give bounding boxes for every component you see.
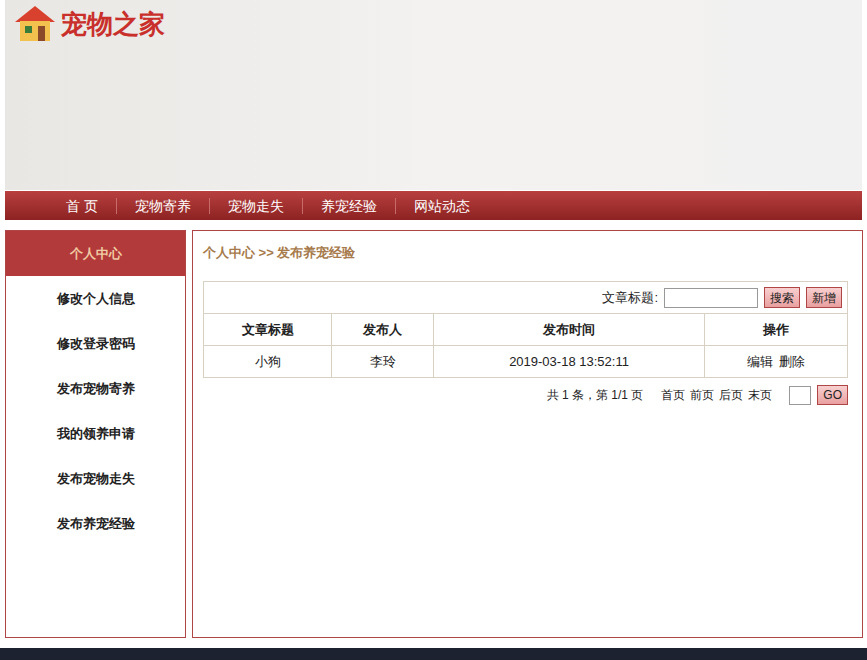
cell-time: 2019-03-18 13:52:11 [434,346,705,377]
nav-bar: 首 页宠物寄养宠物走失养宠经验网站动态 [5,191,862,220]
pagination: 共 1 条，第 1/1 页首页前页后页末页 GO [203,384,848,406]
page-link[interactable]: 前页 [690,386,714,404]
house-icon [13,4,57,44]
sidebar-item[interactable]: 修改登录密码 [6,321,185,366]
delete-link[interactable]: 删除 [779,352,805,372]
column-header: 操作 [705,314,847,345]
sidebar-item[interactable]: 我的领养申请 [6,411,185,456]
column-header: 文章标题 [204,314,332,345]
search-bar: 文章标题: 搜索新增 [204,282,847,313]
table-header: 文章标题发布人发布时间操作 [204,314,847,346]
cell-author: 李玲 [332,346,434,377]
add-button[interactable]: 新增 [806,287,842,308]
edit-link[interactable]: 编辑 [747,352,773,372]
page-link[interactable]: 后页 [719,386,743,404]
column-header: 发布人 [332,314,434,345]
sidebar-item[interactable]: 发布养宠经验 [6,501,185,546]
sidebar-item[interactable]: 发布宠物走失 [6,456,185,501]
taskbar [0,648,867,660]
sidebar-item[interactable]: 修改个人信息 [6,276,185,321]
nav-item[interactable]: 养宠经验 [302,198,395,214]
banner: 宠物之家 [5,0,862,190]
column-header: 发布时间 [434,314,705,345]
logo[interactable]: 宠物之家 [13,4,165,44]
page-link[interactable]: 首页 [661,386,685,404]
search-label: 文章标题: [602,288,658,308]
cell-title: 小狗 [204,346,332,377]
content-panel: 个人中心 >> 发布养宠经验文章标题:搜索新增文章标题发布人发布时间操作小狗李玲… [192,230,863,638]
cell-actions: 编辑删除 [705,346,847,377]
sidebar-title: 个人中心 [6,231,185,276]
nav-item[interactable]: 网站动态 [395,198,488,214]
nav-item[interactable]: 宠物走失 [209,198,302,214]
page-summary: 共 1 条，第 1/1 页 [547,386,644,404]
go-button[interactable]: GO [817,385,848,405]
search-button[interactable]: 搜索 [764,287,800,308]
sidebar: 个人中心修改个人信息修改登录密码发布宠物寄养我的领养申请发布宠物走失发布养宠经验 [5,230,186,638]
sidebar-item[interactable]: 发布宠物寄养 [6,366,185,411]
search-input[interactable] [664,288,758,308]
nav-item[interactable]: 宠物寄养 [116,198,209,214]
page: 宠物之家首 页宠物寄养宠物走失养宠经验网站动态个人中心修改个人信息修改登录密码发… [0,0,867,660]
breadcrumb: 个人中心 >> 发布养宠经验 [203,243,848,263]
table-row: 小狗李玲2019-03-18 13:52:11编辑删除 [204,346,847,377]
table: 文章标题发布人发布时间操作小狗李玲2019-03-18 13:52:11编辑删除 [204,313,847,377]
nav-item[interactable]: 首 页 [48,198,116,214]
page-link[interactable]: 末页 [748,386,772,404]
page-input[interactable] [789,386,811,405]
